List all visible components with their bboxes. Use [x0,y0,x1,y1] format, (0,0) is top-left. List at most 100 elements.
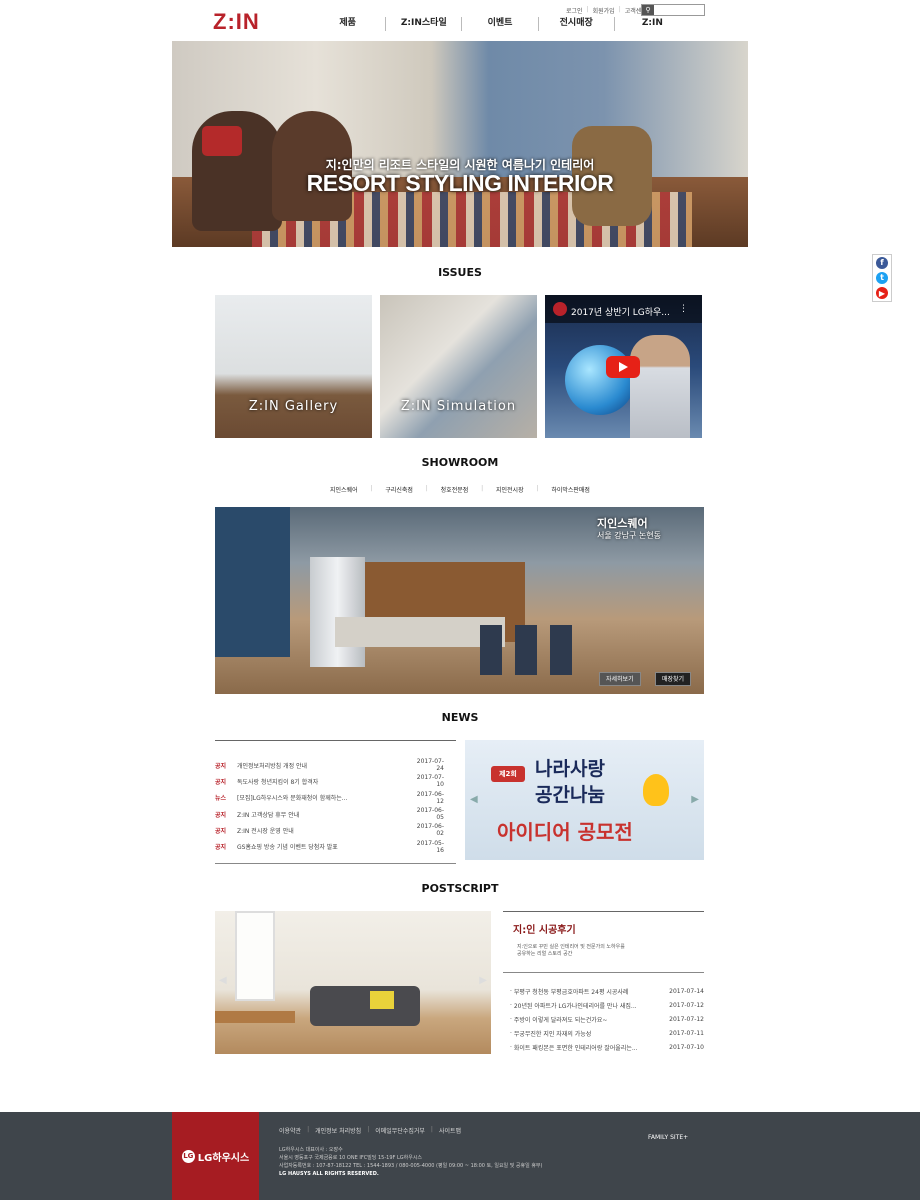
youtube-icon[interactable]: ▶ [876,287,888,300]
news-row[interactable]: 뉴스 [모집]LG하우시스와 문화재청이 함께하는... 2017-06-12 [215,790,456,806]
news-category: 공지 [215,811,227,819]
hero-title: RESORT STYLING INTERIOR [306,170,614,196]
tab-showroom-1[interactable]: 지인스퀘어 [330,485,358,494]
search-icon[interactable]: ⚲ [642,5,654,15]
news-row-title[interactable]: 개인정보처리방침 개정 안내 [237,761,412,770]
postscript-row-date: 2017-07-12 [669,1001,704,1009]
showroom-fridge [310,557,365,667]
contest-banner[interactable]: 제2회 나라사랑 공간나눔 아이디어 공모전 ◀ ▶ [465,740,704,860]
more-options-icon[interactable]: ⋮ [679,304,688,314]
footer-links: 이용약관 | 개인정보 처리방침 | 이메일무단수집거부 | 사이트맵 [279,1126,461,1135]
postscript-row[interactable]: · 화이트 패킹본은 포면한 인테리어랑 잘어울리는... 2017-07-10 [510,1040,704,1054]
banner-line-1: 나라사랑 [535,758,605,780]
postscript-row-date: 2017-07-11 [669,1029,704,1037]
news-list: 공지 개인정보처리방침 개정 안내 2017-07-24 공지 독도사랑 청년지킴이 … [215,740,456,864]
prev-arrow-icon[interactable]: ◀ [470,794,478,805]
nav-zin[interactable]: Z:IN [615,17,690,31]
sofa-image [310,986,420,1026]
email-refusal-link[interactable]: 이메일무단수집거부 [375,1126,425,1135]
news-category: 뉴스 [215,795,227,803]
showroom-chair [515,625,537,675]
nav-showrooms[interactable]: 전시매장 [539,17,615,31]
postscript-row-title[interactable]: 부평구 청천동 부평금호아파트 24평 시공사례 [514,987,664,996]
lg-hausys-logo[interactable]: LG LG하우시스 [172,1112,259,1200]
utility-menu: 로그인| 회원가입| 고객센터| [566,6,653,15]
news-category: 공지 [215,844,227,852]
tab-showroom-3[interactable]: 청호전문점 [441,485,469,494]
postscript-row[interactable]: · 무궁무진한 지인 자재의 가능성 2017-07-11 [510,1026,704,1040]
zin-logo[interactable]: Z:IN [213,9,260,35]
table-image [215,1011,295,1023]
news-row-title[interactable]: 독도사랑 청년지킴이 8기 합격자 [237,777,412,786]
search-input[interactable] [654,5,704,15]
showroom-chair [480,625,502,675]
news-row[interactable]: 공지 Z:IN 고객상담 휴무 안내 2017-06-05 [215,806,456,822]
postscript-row-title[interactable]: 주방이 이렇게 달라져도 되는건가요~ [514,1015,664,1024]
footer-business-info: 사업자등록번호 : 107-87-18122 TEL : 1544-1893 /… [279,1163,543,1169]
footer: LG LG하우시스 이용약관 | 개인정보 처리방침 | 이메일무단수집거부 | 사이… [0,1112,920,1200]
news-row-date: 2017-07-10 [416,774,444,789]
news-row[interactable]: 공지 Z:IN 전시장 운영 안내 2017-06-02 [215,822,456,838]
news-row-title[interactable]: GS홈쇼핑 방송 기념 이벤트 당첨자 발표 [237,842,412,851]
postscript-row[interactable]: · 20년된 아파트가 LG가나인테리어를 만나 새집... 2017-07-12 [510,998,704,1012]
news-row[interactable]: 공지 개인정보처리방침 개정 안내 2017-07-24 [215,757,456,773]
showroom-detail-button[interactable]: 자세히보기 [599,672,641,686]
hero-banner[interactable]: 지:인만의 리조트 스타일의 시원한 여름나기 인테리어 RESORT STYL… [172,41,748,247]
link-divider: | [367,1126,370,1133]
zin-simulation-tile[interactable]: Z:IN Simulation [380,295,537,438]
signup-link[interactable]: 회원가입 [593,6,615,15]
pillow-image [370,991,394,1009]
video-player[interactable]: 2017년 상반기 LG하우... ⋮ [545,295,702,438]
tab-showroom-2[interactable]: 구리신축점 [385,485,413,494]
link-divider: | [307,1126,310,1133]
util-divider: | [618,6,621,13]
postscript-row-title[interactable]: 무궁무진한 지인 자재의 가능성 [514,1029,664,1038]
next-arrow-icon[interactable]: ▶ [479,975,487,986]
postscript-row-title[interactable]: 화이트 패킹본은 포면한 인테리어랑 잘어울리는... [514,1043,664,1052]
play-button-icon[interactable] [606,356,640,378]
terms-link[interactable]: 이용약관 [279,1126,301,1135]
search-box: ⚲ [641,4,705,16]
postscript-row-title[interactable]: 20년된 아파트가 LG가나인테리어를 만나 새집... [514,1001,664,1010]
showroom-name: 지인스퀘어 [597,517,648,530]
login-link[interactable]: 로그인 [566,6,583,15]
footer-copyright: LG HAUSYS ALL RIGHTS RESERVED. [279,1171,379,1177]
showroom-address: 서울 강남구 논현동 [597,531,661,540]
news-category: 공지 [215,762,227,770]
news-title: NEWS [441,711,479,724]
postscript-image[interactable]: ◀ ▶ [215,911,491,1054]
news-category: 공지 [215,778,227,786]
find-store-button[interactable]: 매장찾기 [655,672,692,686]
news-row-title[interactable]: Z:IN 고객상담 휴무 안내 [237,810,412,819]
postscript-desc: 지:인으로 꾸민 실은 인테리어 및 전문가의 노하우를 [517,944,625,950]
family-site-select[interactable]: FAMILY SITE+ [648,1134,688,1141]
footer-ceo: LG하우시스 대표이사 : 오장수 [279,1147,343,1153]
brand-name: LG하우시스 [197,1152,250,1164]
sitemap-link[interactable]: 사이트맵 [439,1126,461,1135]
privacy-link[interactable]: 개인정보 처리방침 [315,1126,361,1135]
nav-events[interactable]: 이벤트 [462,17,539,31]
news-row[interactable]: 공지 독도사랑 청년지킴이 8기 합격자 2017-07-10 [215,773,456,789]
prev-arrow-icon[interactable]: ◀ [219,975,227,986]
tab-showroom-5[interactable]: 하이막스판매점 [551,485,590,494]
presenter-image [630,335,690,438]
footer-address: 서울시 영등포구 국제금융로 10 ONE IFC빌딩 15-19F LG하우시… [279,1155,423,1161]
news-category: 공지 [215,827,227,835]
issues-title: ISSUES [438,266,482,279]
postscript-row[interactable]: · 부평구 청천동 부평금호아파트 24평 시공사례 2017-07-14 [510,984,704,998]
postscript-box-title[interactable]: 지:인 시공후기 [513,921,576,936]
link-divider: | [430,1126,433,1133]
news-row[interactable]: 공지 GS홈쇼핑 방송 기념 이벤트 당첨자 발표 2017-05-16 [215,838,456,854]
next-arrow-icon[interactable]: ▶ [691,794,699,805]
tab-showroom-4[interactable]: 지인전시장 [496,485,524,494]
zin-gallery-tile[interactable]: Z:IN Gallery [215,295,372,438]
news-row-title[interactable]: [모집]LG하우시스와 문화재청이 함께하는... [237,793,412,802]
nav-products[interactable]: 제품 [310,17,387,31]
showroom-wall [215,507,290,657]
lightbulb-icon [643,774,669,806]
postscript-row[interactable]: · 주방이 이렇게 달라져도 되는건가요~ 2017-07-12 [510,1012,704,1026]
nav-zin-style[interactable]: Z:IN스타일 [386,17,463,31]
showroom-title: SHOWROOM [421,456,499,469]
news-row-title[interactable]: Z:IN 전시장 운영 안내 [237,826,412,835]
channel-logo-icon [553,302,567,316]
